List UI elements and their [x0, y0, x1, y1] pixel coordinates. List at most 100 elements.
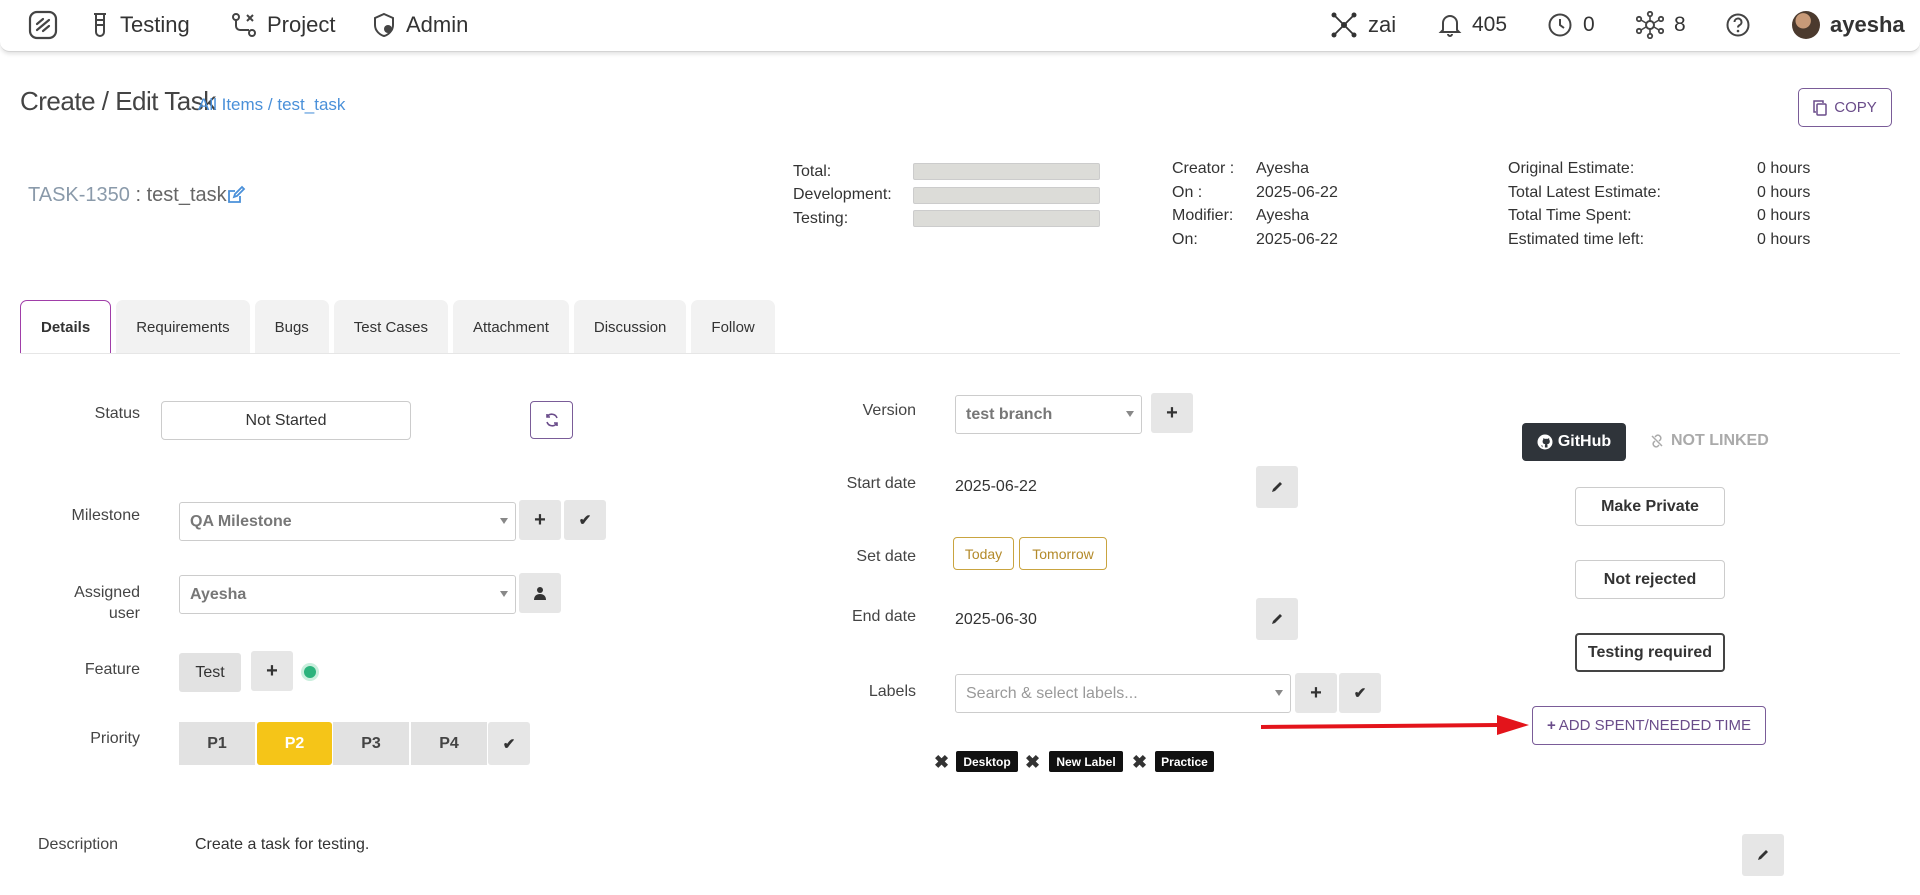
notifications-count: 405: [1472, 13, 1508, 36]
add-spent-time-button[interactable]: + ADD SPENT/NEEDED TIME: [1532, 706, 1766, 745]
tab-attachment[interactable]: Attachment: [453, 300, 569, 354]
priority-label: Priority: [90, 730, 140, 747]
label-chip: New Label: [1049, 751, 1123, 772]
user-menu[interactable]: ayesha: [1792, 0, 1905, 50]
time-spent-label: Total Time Spent:: [1508, 207, 1632, 225]
labels-select[interactable]: Search & select labels...: [955, 674, 1291, 713]
remove-label-icon[interactable]: ✖: [1025, 752, 1040, 773]
status-dot-icon: [304, 666, 316, 678]
end-date-label: End date: [851, 608, 916, 625]
refresh-status-button[interactable]: [530, 401, 573, 439]
version-select[interactable]: test branch: [955, 395, 1142, 434]
tab-requirements[interactable]: Requirements: [116, 300, 250, 354]
nav-timers[interactable]: 0: [1547, 0, 1595, 50]
original-estimate-value: 0 hours: [1757, 159, 1811, 177]
nav-notifications[interactable]: 405: [1438, 0, 1507, 50]
not-linked-label: NOT LINKED: [1671, 432, 1769, 449]
integrations-count: 8: [1674, 13, 1686, 36]
nav-admin[interactable]: Admin: [372, 0, 468, 50]
nav-project-label: Project: [267, 12, 336, 37]
end-date-value: 2025-06-30: [955, 611, 1037, 628]
assign-to-me-button[interactable]: [519, 573, 561, 613]
check-icon: ✔: [578, 512, 592, 529]
nav-project[interactable]: Project: [231, 0, 335, 50]
hub-icon: [1636, 11, 1664, 39]
add-milestone-button[interactable]: +: [519, 500, 561, 540]
copy-icon: [1813, 99, 1827, 116]
assigned-user-label: Assigned user: [40, 582, 140, 624]
shield-icon: [374, 12, 394, 38]
help-button[interactable]: [1725, 0, 1751, 50]
tomorrow-button[interactable]: Tomorrow: [1019, 537, 1107, 570]
modified-on-label: On:: [1172, 231, 1198, 249]
milestone-label: Milestone: [71, 507, 140, 524]
latest-estimate-value: 0 hours: [1757, 183, 1811, 201]
priority-p1[interactable]: P1: [179, 722, 255, 765]
status-field[interactable]: Not Started: [161, 401, 411, 440]
refresh-icon: [545, 413, 558, 427]
progress-block: Total: Development: Testing:: [793, 160, 1103, 231]
remove-label-icon[interactable]: ✖: [1132, 752, 1147, 773]
plus-icon: +: [1166, 401, 1178, 424]
plus-icon: +: [534, 508, 546, 531]
labels-label: Labels: [868, 683, 916, 700]
tab-bar: Details Requirements Bugs Test Cases Att…: [20, 300, 775, 354]
plus-icon: +: [1310, 681, 1322, 704]
progress-total: Total:: [793, 160, 1103, 184]
not-rejected-button[interactable]: Not rejected: [1575, 560, 1725, 599]
copy-button[interactable]: COPY: [1798, 88, 1892, 127]
nav-testing[interactable]: Testing: [90, 0, 190, 50]
nav-workspace[interactable]: zai: [1330, 0, 1396, 50]
page-title: Create / Edit Task: [20, 86, 216, 116]
assigned-user-select[interactable]: Ayesha: [179, 575, 516, 614]
tab-bugs[interactable]: Bugs: [254, 300, 329, 354]
assigned-user-value: Ayesha: [190, 585, 247, 603]
priority-p4[interactable]: P4: [411, 722, 487, 765]
start-date-value: 2025-06-22: [955, 478, 1037, 495]
modified-on-value: 2025-06-22: [1256, 231, 1338, 249]
milestone-select[interactable]: QA Milestone: [179, 502, 516, 541]
tab-follow[interactable]: Follow: [691, 300, 775, 354]
github-button[interactable]: GitHub: [1522, 423, 1626, 461]
edit-description-button[interactable]: [1742, 834, 1784, 876]
edit-start-date-button[interactable]: [1256, 466, 1298, 508]
tab-discussion[interactable]: Discussion: [573, 300, 687, 354]
assigned-user-label-line1: Assigned: [74, 584, 140, 601]
not-linked-status: NOT LINKED: [1649, 432, 1769, 450]
unlink-icon: [1651, 434, 1663, 448]
testing-required-button[interactable]: Testing required: [1575, 633, 1725, 672]
meta-block: Creator : Ayesha On : 2025-06-22 Modifier:…: [1172, 157, 1338, 252]
breadcrumb-task[interactable]: test_task: [277, 95, 345, 114]
help-icon: [1726, 13, 1750, 37]
label-chip: Desktop: [956, 751, 1018, 772]
tab-details[interactable]: Details: [20, 300, 112, 354]
labels-placeholder: Search & select labels...: [966, 684, 1138, 702]
progress-bar: [913, 210, 1100, 228]
edit-end-date-button[interactable]: [1256, 598, 1298, 640]
pencil-icon: [1272, 614, 1282, 624]
check-icon: ✔: [1353, 685, 1367, 702]
add-feature-button[interactable]: +: [251, 651, 293, 691]
confirm-labels-button[interactable]: ✔: [1339, 673, 1381, 713]
today-button[interactable]: Today: [953, 537, 1014, 570]
nav-integrations[interactable]: 8: [1636, 0, 1686, 50]
add-label-button[interactable]: +: [1295, 673, 1337, 713]
progress-bar: [913, 186, 1100, 204]
confirm-milestone-button[interactable]: ✔: [564, 500, 606, 540]
priority-p2[interactable]: P2: [257, 722, 332, 765]
priority-p3[interactable]: P3: [333, 722, 409, 765]
add-version-button[interactable]: +: [1151, 393, 1193, 433]
network-icon: [1331, 12, 1357, 38]
tab-test-cases[interactable]: Test Cases: [333, 300, 448, 354]
remove-label-icon[interactable]: ✖: [934, 752, 949, 773]
breadcrumb-all-items[interactable]: All Items: [198, 95, 263, 114]
version-label: Version: [862, 402, 916, 419]
make-private-button[interactable]: Make Private: [1575, 487, 1725, 526]
confirm-priority-button[interactable]: ✔: [488, 722, 530, 765]
flask-icon: [94, 13, 106, 37]
app-logo[interactable]: [28, 0, 58, 50]
feature-tag[interactable]: Test: [179, 653, 241, 692]
github-icon: [1537, 434, 1553, 450]
pencil-icon: [1758, 850, 1768, 860]
edit-icon[interactable]: [226, 185, 246, 205]
